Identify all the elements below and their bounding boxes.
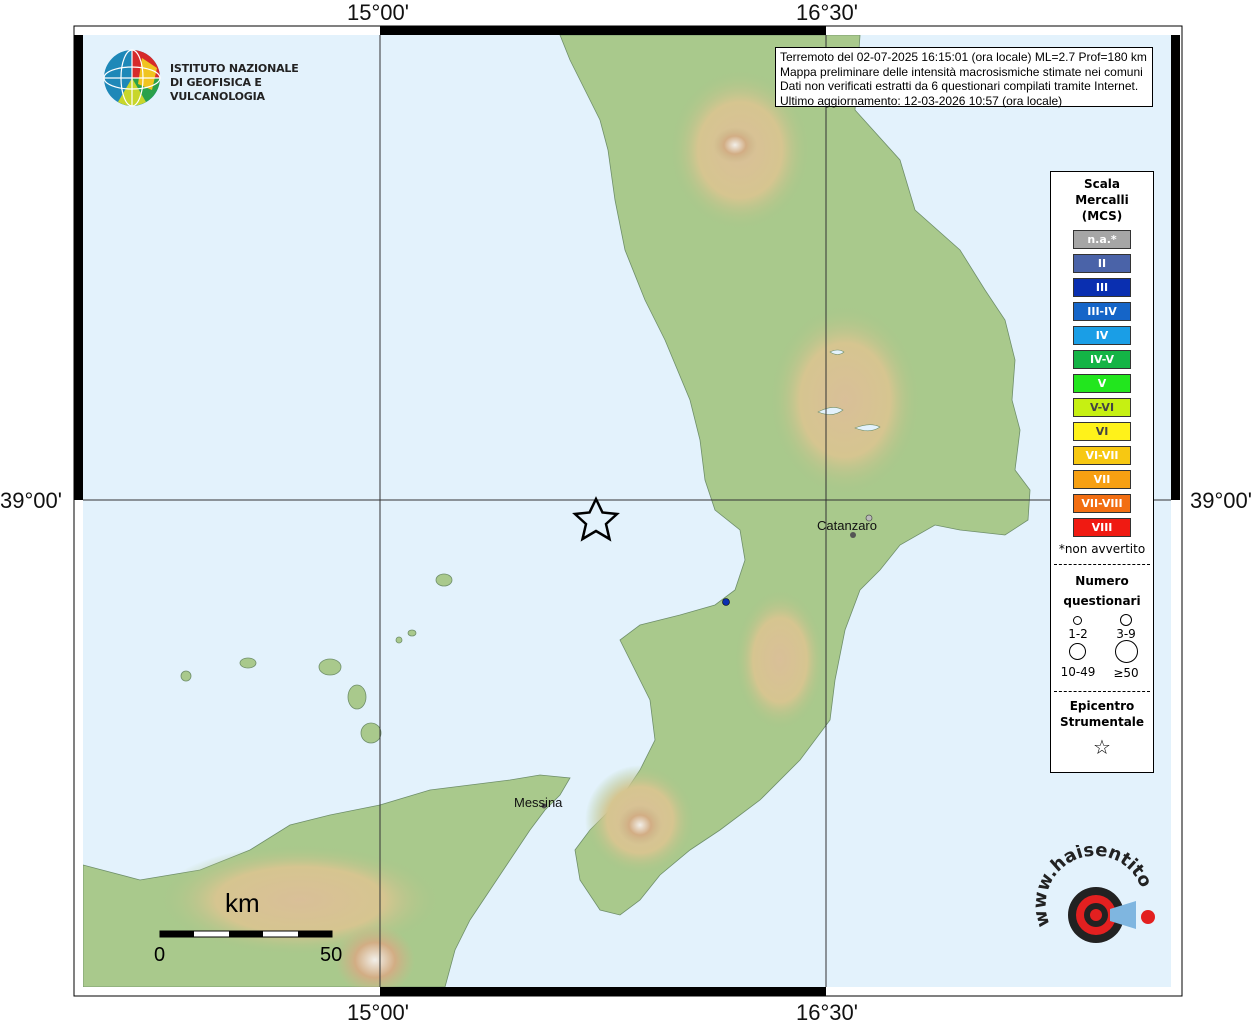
epicentro-title-2: Strumentale [1059, 715, 1145, 729]
aspromonte-peak [618, 805, 662, 845]
questionari-title-1: Numero [1075, 574, 1129, 588]
q-circle-10-49 [1069, 643, 1086, 660]
island-lipari [347, 684, 367, 710]
frame-segment-right [1171, 35, 1180, 500]
legend-item: III [1073, 278, 1131, 297]
lon-label-top-15: 15°00' [347, 0, 409, 25]
island-stromboli [435, 573, 453, 587]
haisentito-logo-graphic: www.haisentitoilterremoto.it [1021, 829, 1156, 943]
logo-line-1: ISTITUTO NAZIONALE [170, 62, 299, 75]
legend-item: IV [1073, 326, 1131, 345]
legend-item: II [1073, 254, 1131, 273]
legend-item: n.a.* [1073, 230, 1131, 249]
island-vulcano [360, 722, 382, 744]
map-area [83, 35, 1171, 987]
q-label-3-9: 3-9 [1116, 627, 1136, 641]
q-circle-50 [1115, 640, 1138, 663]
q-circle-1-2 [1073, 616, 1082, 625]
scale-max: 50 [320, 944, 343, 966]
legend-item: IV-V [1073, 350, 1131, 369]
island-filicudi [239, 657, 257, 669]
event-info-box: Terremoto del 02-07-2025 16:15:01 (ora l… [775, 47, 1153, 108]
legend-title-2: Mercalli [1075, 193, 1129, 207]
serre-highland [735, 590, 825, 730]
legend-divider [1054, 564, 1150, 565]
questionari-title-2: questionari [1063, 594, 1141, 608]
legend-item: VII [1073, 470, 1131, 489]
scale-bar [159, 930, 333, 938]
island-panarea [407, 629, 417, 637]
legend-item: V-VI [1073, 398, 1131, 417]
q-label-50: ≥50 [1113, 666, 1139, 680]
q-label-10-49: 10-49 [1060, 665, 1096, 679]
place-messina: Messina [514, 795, 563, 810]
globe-icon [103, 49, 161, 107]
legend-items: n.a.* II III III-IV IV IV-V V V-VI VI VI-VII VII VI… [1051, 230, 1153, 537]
etna [335, 925, 415, 987]
mcs-legend: Scala Mercalli (MCS) n.a.* II III III-IV IV I… [1050, 171, 1154, 773]
intensity-point-iii[interactable] [722, 598, 730, 606]
legend-item: VIII [1073, 518, 1131, 537]
lon-label-bottom-16-30: 16°30' [796, 1000, 858, 1025]
logo-line-2: DI GEOFISICA E VULCANOLOGIA [170, 76, 265, 103]
ingv-logo: ISTITUTO NAZIONALE DI GEOFISICA E VULCAN… [102, 48, 322, 108]
event-info-line-4: Ultimo aggiornamento: 12-03-2026 10:57 (… [780, 93, 1063, 108]
frame-segment-bottom [380, 987, 826, 996]
lat-label-right: 39°00' [1190, 488, 1252, 513]
lon-label-top-16-30: 16°30' [796, 0, 858, 25]
scale-unit: km [225, 888, 260, 918]
legend-item: III-IV [1073, 302, 1131, 321]
frame-segment-top [380, 26, 826, 35]
island-basiluzzo [395, 636, 403, 644]
legend-star-icon: ☆ [1093, 735, 1111, 759]
legend-item: VII-VIII [1073, 494, 1131, 513]
event-info-line-2: Mappa preliminare delle intensità macros… [780, 64, 1143, 79]
pollino-peak [713, 127, 757, 163]
event-info-line-3: Dati non verificati estratti da 6 questi… [780, 79, 1139, 93]
lat-label-left: 39°00' [0, 488, 62, 513]
legend-item: VI-VII [1073, 446, 1131, 465]
sila-highland [770, 305, 920, 495]
island-alicudi [180, 670, 192, 682]
place-catanzaro: Catanzaro [817, 518, 877, 533]
scale-min: 0 [154, 944, 166, 966]
epicentro-title-1: Epicentro [1069, 699, 1135, 713]
legend-item: VI [1073, 422, 1131, 441]
q-circle-3-9 [1120, 614, 1132, 626]
island-salina [318, 658, 342, 676]
legend-title-1: Scala [1083, 177, 1121, 191]
questionari-sizes: 1-2 3-9 10-49 ≥50 [1051, 611, 1153, 683]
legend-item: V [1073, 374, 1131, 393]
frame-segment-left [74, 35, 83, 500]
legend-note: *non avvertito [1058, 542, 1146, 556]
q-label-1-2: 1-2 [1068, 627, 1088, 641]
haisentito-logo: www.haisentitoilterremoto.it [1021, 829, 1170, 975]
legend-divider-2 [1054, 691, 1150, 692]
legend-title-3: (MCS) [1081, 209, 1123, 223]
lon-label-bottom-15: 15°00' [347, 1000, 409, 1025]
event-info-line-1: Terremoto del 02-07-2025 16:15:01 (ora l… [780, 50, 1147, 64]
